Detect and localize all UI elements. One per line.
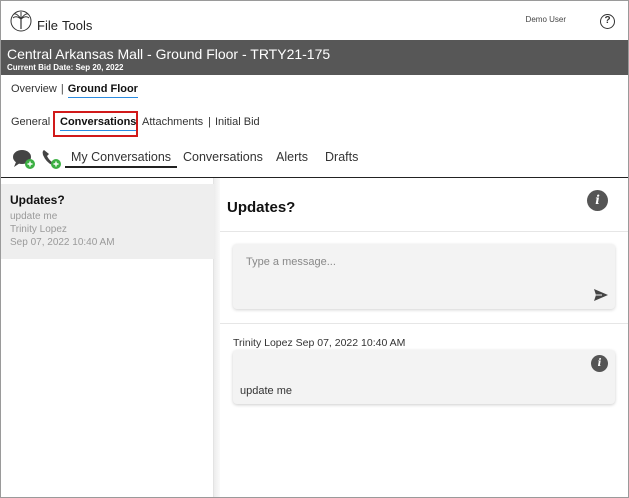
message-card: i update me	[233, 350, 615, 404]
bid-date: Current Bid Date: Sep 20, 2022	[7, 63, 124, 72]
tab-alerts[interactable]: Alerts	[276, 150, 308, 164]
conversation-detail: Updates? i Trinity Lopez Sep 07, 2022 10…	[220, 178, 628, 497]
message-text: update me	[240, 385, 292, 397]
app-window: File Tools Demo User ? Central Arkansas …	[0, 0, 629, 498]
menu-file[interactable]: File	[37, 18, 58, 33]
project-header: Central Arkansas Mall - Ground Floor - T…	[1, 40, 628, 75]
breadcrumb-ground-floor[interactable]: Ground Floor	[67, 83, 138, 98]
tab-my-conversations[interactable]: My Conversations	[65, 150, 178, 168]
compose-box	[233, 244, 615, 309]
conversation-author: Trinity Lopez	[10, 224, 67, 235]
info-icon[interactable]: i	[591, 355, 608, 372]
tab-initial-bid[interactable]: Initial Bid	[215, 116, 260, 128]
tab-general[interactable]: General	[11, 116, 50, 128]
top-menu-bar: File Tools Demo User ?	[1, 1, 628, 40]
breadcrumb-separator: |	[60, 83, 64, 95]
section-separator: |	[208, 116, 211, 128]
message-input[interactable]	[246, 256, 576, 268]
conversation-list: Updates? update me Trinity Lopez Sep 07,…	[1, 178, 214, 497]
project-title: Central Arkansas Mall - Ground Floor - T…	[7, 46, 331, 62]
send-icon[interactable]	[593, 288, 609, 302]
palm-logo-icon[interactable]	[10, 10, 32, 32]
menu-tools[interactable]: Tools	[62, 18, 92, 33]
tab-attachments[interactable]: Attachments	[142, 116, 203, 128]
user-name[interactable]: Demo User	[526, 15, 566, 24]
conversation-date: Sep 07, 2022 10:40 AM	[10, 237, 115, 248]
tab-all-conversations[interactable]: Conversations	[183, 150, 263, 164]
list-item[interactable]: Updates? update me Trinity Lopez Sep 07,…	[1, 184, 214, 259]
breadcrumb-overview[interactable]: Overview	[11, 83, 57, 95]
phone-add-icon[interactable]	[40, 148, 62, 170]
info-icon[interactable]: i	[587, 190, 608, 211]
conversation-title: Updates?	[10, 193, 65, 207]
divider	[220, 323, 628, 324]
message-meta: Trinity Lopez Sep 07, 2022 10:40 AM	[233, 337, 406, 349]
conversation-preview: update me	[10, 211, 58, 222]
tab-drafts[interactable]: Drafts	[325, 150, 358, 164]
detail-title: Updates?	[227, 199, 296, 216]
tab-conversations[interactable]: Conversations	[60, 116, 137, 131]
divider	[220, 231, 628, 232]
help-icon[interactable]: ?	[600, 14, 615, 29]
chat-bubble-add-icon[interactable]	[12, 148, 36, 170]
breadcrumb: Overview | Ground Floor	[11, 83, 138, 98]
